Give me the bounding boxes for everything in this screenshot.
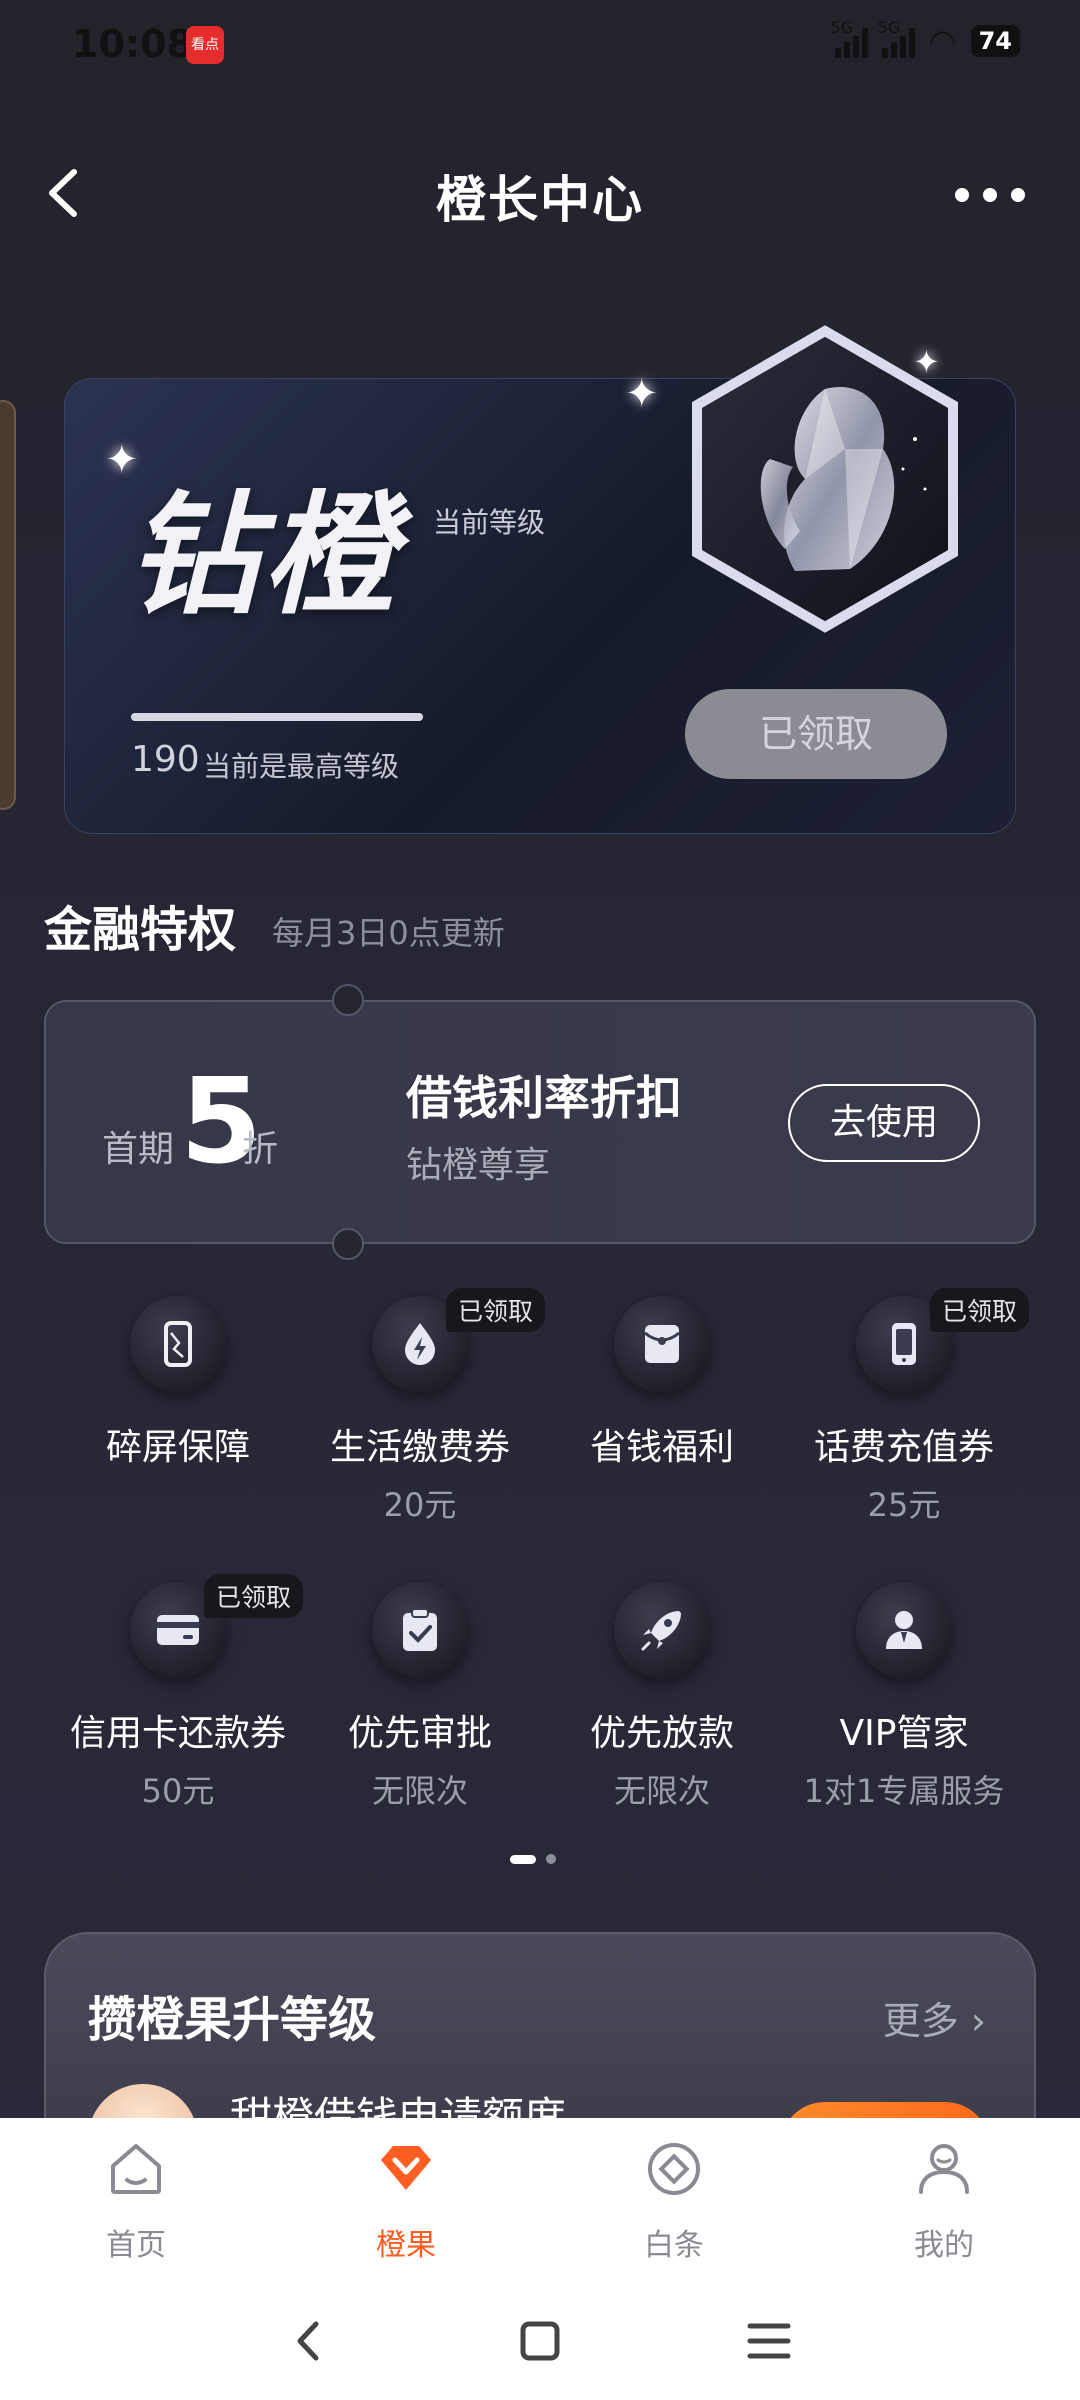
perk-item[interactable]: 已领取 生活缴费券 20元 (300, 1288, 546, 1526)
coupon-unit: 折 (242, 1129, 279, 1170)
perk-name: 优先放款 (589, 1713, 734, 1754)
square-icon (520, 2321, 560, 2361)
system-menu-button[interactable] (734, 2306, 804, 2376)
wifi-icon: ◠ (928, 22, 957, 60)
coupon-notch (332, 1228, 364, 1260)
chevron-left-icon (297, 2321, 319, 2361)
status-bar: 10:08 看点 5G 5G ◠ 74 (0, 0, 1080, 90)
more-dot-icon (983, 188, 997, 202)
level-name: 钻橙 (127, 479, 399, 633)
perk-name: 碎屏保障 (105, 1427, 250, 1468)
system-back-button[interactable] (274, 2306, 344, 2376)
system-home-button[interactable] (505, 2306, 575, 2376)
claimed-badge: 已领取 (930, 1288, 1030, 1332)
pager-dot[interactable] (546, 1854, 556, 1864)
coupon-prefix: 首期 (102, 1129, 175, 1170)
more-dot-icon (1011, 188, 1025, 202)
perk-item[interactable]: 碎屏保障 (58, 1296, 298, 1480)
perk-item[interactable]: 已领取 话费充值券 25元 (784, 1288, 1030, 1526)
perk-name: 优先审批 (347, 1713, 492, 1754)
diamond-circle-icon (648, 2143, 700, 2195)
status-indicators: 5G 5G ◠ 74 (831, 18, 1020, 60)
use-coupon-button[interactable]: 去使用 (788, 1084, 980, 1162)
sparkle-icon: ✦ (625, 371, 659, 417)
coupon-notch (332, 984, 364, 1016)
perk-item[interactable]: 优先审批 无限次 (300, 1582, 540, 1812)
perk-name: 信用卡还款券 (69, 1713, 286, 1754)
signal-icon: 5G (831, 18, 868, 58)
perk-item[interactable]: VIP管家 1对1专属服务 (784, 1582, 1024, 1812)
tab-mine[interactable]: 我的 (854, 2136, 1034, 2264)
level-points: 190 (131, 739, 200, 780)
app-notification-icon: 看点 (186, 26, 224, 64)
butler-icon (856, 1582, 952, 1678)
claimed-badge: 已领取 (446, 1288, 546, 1332)
home-icon (111, 2144, 161, 2194)
rocket-icon (614, 1582, 710, 1678)
level-tag: 当前等级 (433, 506, 546, 539)
perk-name: 话费充值券 (813, 1427, 994, 1468)
perk-item[interactable]: 优先放款 无限次 (542, 1582, 782, 1812)
page-title: 橙长中心 (436, 171, 644, 229)
perk-name: 生活缴费券 (329, 1427, 510, 1468)
coupon-description: 钻橙尊享 (406, 1145, 551, 1186)
more-options-button[interactable] (940, 160, 1040, 230)
perk-name: 省钱福利 (589, 1427, 734, 1468)
tab-label: 我的 (914, 2228, 974, 2263)
perk-item[interactable]: 省钱福利 (542, 1296, 782, 1480)
menu-icon (747, 2323, 791, 2359)
more-dot-icon (955, 188, 969, 202)
perks-pager (510, 1854, 556, 1864)
pager-dot-active[interactable] (510, 1854, 536, 1864)
tab-label: 首页 (106, 2228, 166, 2263)
claimed-button[interactable]: 已领取 (685, 689, 947, 779)
tab-home[interactable]: 首页 (46, 2136, 226, 2264)
previous-level-card-peek[interactable] (0, 400, 16, 810)
perk-value: 无限次 (613, 1772, 710, 1810)
discount-coupon: 首期 5 折 借钱利率折扣 钻橙尊享 去使用 (44, 984, 1036, 1260)
battery-indicator: 74 (970, 25, 1020, 57)
level-card: ✦ 钻橙 当前等级 190 当前是最高等级 已领取 ✦ ✦ (64, 325, 1016, 834)
red-envelope-icon (614, 1296, 710, 1392)
system-navigation-bar (0, 2276, 1080, 2400)
navigation-bar: 橙长中心 (0, 150, 1080, 240)
tab-label: 橙果 (376, 2228, 436, 2263)
perk-value: 无限次 (371, 1772, 468, 1810)
bottom-tab-bar: 首页 橙果 白条 我的 (0, 2118, 1080, 2276)
level-progress-fill (131, 713, 423, 721)
clipboard-check-icon (372, 1582, 468, 1678)
perk-item[interactable]: 已领取 信用卡还款券 50元 (58, 1574, 304, 1812)
perk-value: 50元 (141, 1772, 215, 1810)
perk-name: VIP管家 (839, 1713, 969, 1754)
level-progress-bar (131, 713, 423, 721)
level-points-note: 当前是最高等级 (203, 750, 400, 783)
sparkle-icon: ✦ (913, 343, 940, 381)
perk-value: 1对1专属服务 (803, 1772, 1005, 1810)
section-subtitle: 每月3日0点更新 (272, 914, 505, 952)
user-icon (919, 2144, 969, 2194)
orange-gem-icon (381, 2146, 431, 2190)
perk-value: 25元 (867, 1486, 941, 1524)
more-link[interactable]: 更多 › (883, 1990, 986, 2045)
section-title: 金融特权 (44, 902, 237, 958)
status-time: 10:08 (72, 22, 193, 66)
tab-baitiao[interactable]: 白条 (584, 2136, 764, 2264)
perk-value: 20元 (383, 1486, 457, 1524)
claimed-badge: 已领取 (204, 1574, 304, 1618)
cracked-phone-icon (130, 1296, 226, 1392)
upgrade-title: 攒橙果升等级 (88, 1992, 377, 2048)
coupon-title: 借钱利率折扣 (406, 1071, 682, 1125)
tab-orange[interactable]: 橙果 (316, 2136, 496, 2264)
signal-icon: 5G (878, 18, 915, 58)
tab-label: 白条 (644, 2228, 704, 2263)
